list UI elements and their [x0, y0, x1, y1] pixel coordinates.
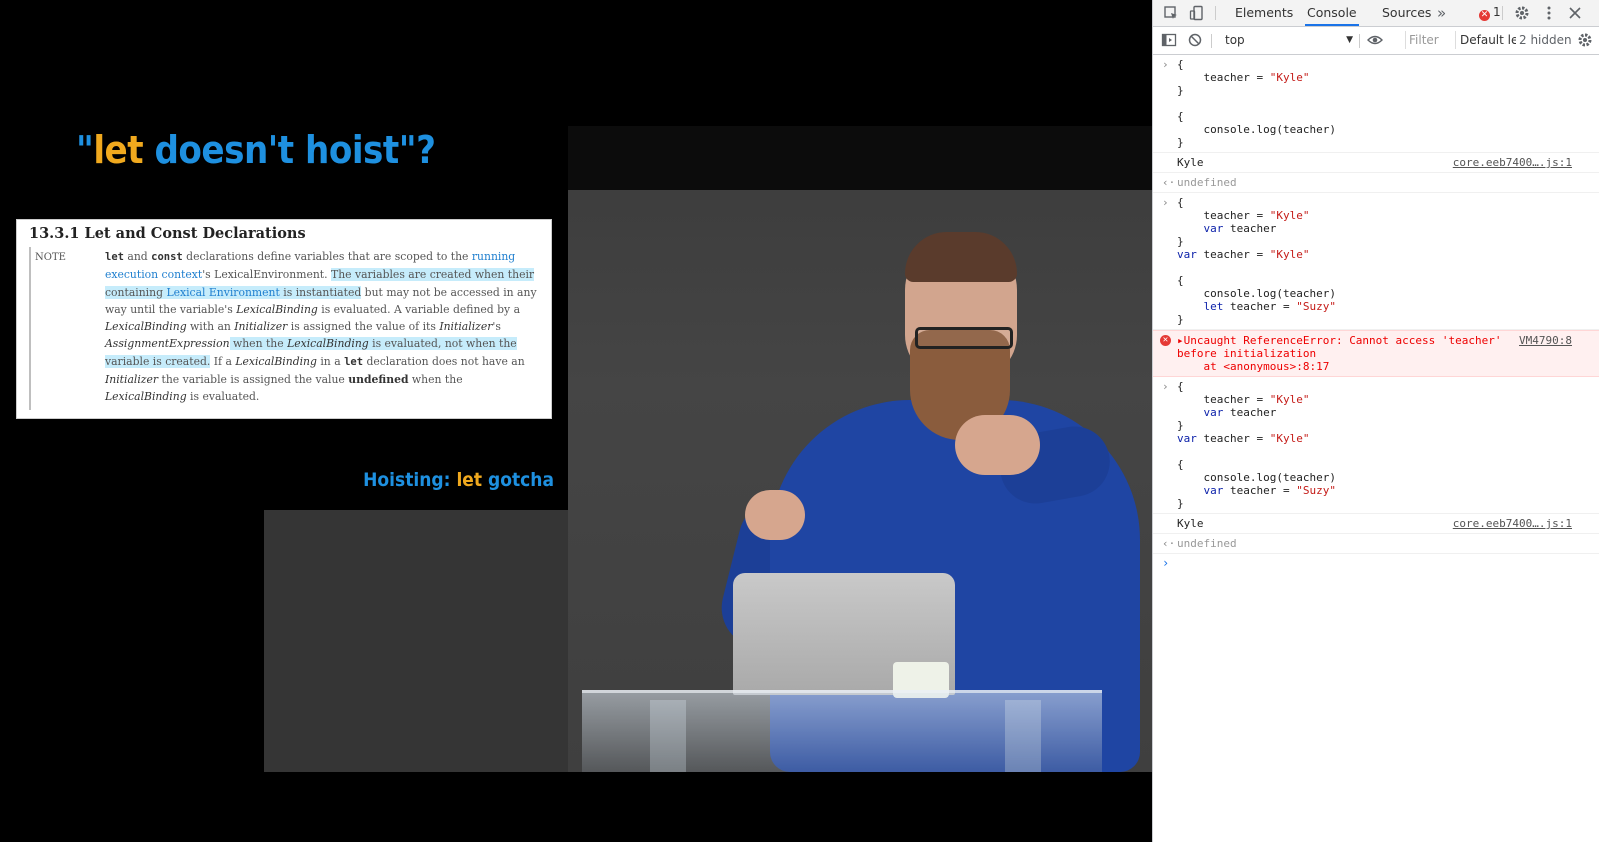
devtools-tabbar: Elements Console Sources » ✕ 1 [1153, 0, 1599, 27]
presenter-hair [905, 232, 1017, 282]
slide-footer: Hoisting: let gotcha [363, 469, 554, 491]
title-keyword: let [93, 128, 144, 172]
slide-title: "let doesn't hoist"? [76, 128, 436, 172]
podium [582, 690, 1102, 775]
note-bar [29, 247, 31, 410]
console-toolbar: top▼ Filter Default levels 2 hidden [1153, 27, 1599, 55]
console-output[interactable]: › { teacher = "Kyle"}​{ console.log(teac… [1153, 55, 1599, 570]
spec-excerpt: 13.3.1 Let and Const Declarations NOTE l… [16, 219, 552, 419]
console-input-entry: › { teacher = "Kyle" var teacher} var tea… [1153, 193, 1599, 330]
video-player[interactable]: "let doesn't hoist"? 13.3.1 Let and Cons… [0, 0, 1152, 842]
console-log-entry: Kyle core.eeb7400….js:1 [1153, 514, 1599, 534]
console-log-entry: Kyle core.eeb7400….js:1 [1153, 153, 1599, 173]
console-prompt[interactable]: › [1153, 554, 1599, 570]
input-chevron-icon: › [1162, 380, 1169, 393]
return-arrow-icon: ‹· [1162, 537, 1176, 550]
hidden-count: 2 hidden [1519, 33, 1572, 47]
console-error-entry: ✕ ▸Uncaught ReferenceError: Cannot acces… [1153, 330, 1599, 377]
eye-icon[interactable] [1367, 32, 1383, 48]
tab-sources[interactable]: Sources [1380, 0, 1433, 26]
input-chevron-icon: › [1162, 58, 1169, 71]
return-arrow-icon: ‹· [1162, 176, 1176, 189]
presenter-hand [745, 490, 805, 540]
dropdown-arrow-icon: ▼ [1346, 35, 1353, 45]
clear-console-icon[interactable] [1187, 32, 1203, 48]
console-return-entry: ‹· undefined [1153, 173, 1599, 193]
console-settings-icon[interactable] [1577, 32, 1593, 48]
title-quote: " [76, 128, 94, 172]
prompt-chevron-icon: › [1162, 556, 1170, 570]
source-link[interactable]: core.eeb7400….js:1 [1453, 156, 1572, 169]
source-link[interactable]: VM4790:8 [1519, 334, 1572, 347]
presenter-hand [955, 415, 1040, 475]
presentation-slide: "let doesn't hoist"? 13.3.1 Let and Cons… [0, 0, 568, 510]
tab-elements[interactable]: Elements [1233, 0, 1295, 26]
tab-console[interactable]: Console [1305, 0, 1359, 26]
more-tabs-icon[interactable]: » [1435, 0, 1448, 26]
spec-heading: 13.3.1 Let and Const Declarations [29, 225, 306, 242]
stage-floor [264, 510, 568, 772]
title-quote: "? [398, 128, 436, 172]
log-levels-select[interactable]: Default levels [1455, 31, 1516, 49]
error-count: 1 [1493, 5, 1501, 19]
error-icon: ✕ [1160, 335, 1171, 346]
letterbox-bar [0, 772, 1152, 842]
console-input-entry: › { teacher = "Kyle"}​{ console.log(teac… [1153, 55, 1599, 153]
inspect-icon[interactable] [1163, 5, 1179, 21]
sidebar-toggle-icon[interactable] [1161, 32, 1177, 48]
context-select[interactable]: top ▼ [1221, 31, 1357, 49]
device-toolbar-icon[interactable] [1189, 5, 1205, 21]
console-input-entry: › { teacher = "Kyle" var teacher} var tea… [1153, 377, 1599, 514]
presenter-glasses [915, 327, 1013, 349]
error-icon: ✕ [1479, 10, 1490, 21]
devtools-panel: Elements Console Sources » ✕ 1 top ▼ Filte… [1152, 0, 1599, 842]
filter-input[interactable]: Filter [1405, 31, 1459, 49]
error-count-badge[interactable]: ✕ 1 [1479, 5, 1501, 21]
close-icon[interactable] [1567, 5, 1583, 21]
note-label: NOTE [35, 252, 66, 263]
expand-triangle-icon[interactable]: ▸ [1177, 334, 1184, 347]
title-text: doesn't hoist [143, 128, 399, 172]
input-chevron-icon: › [1162, 196, 1169, 209]
spec-paragraph: let and const declarations define variab… [105, 250, 537, 404]
source-link[interactable]: core.eeb7400….js:1 [1453, 517, 1572, 530]
gear-icon[interactable] [1514, 5, 1530, 21]
console-return-entry: ‹· undefined [1153, 534, 1599, 554]
kebab-menu-icon[interactable] [1541, 5, 1557, 21]
